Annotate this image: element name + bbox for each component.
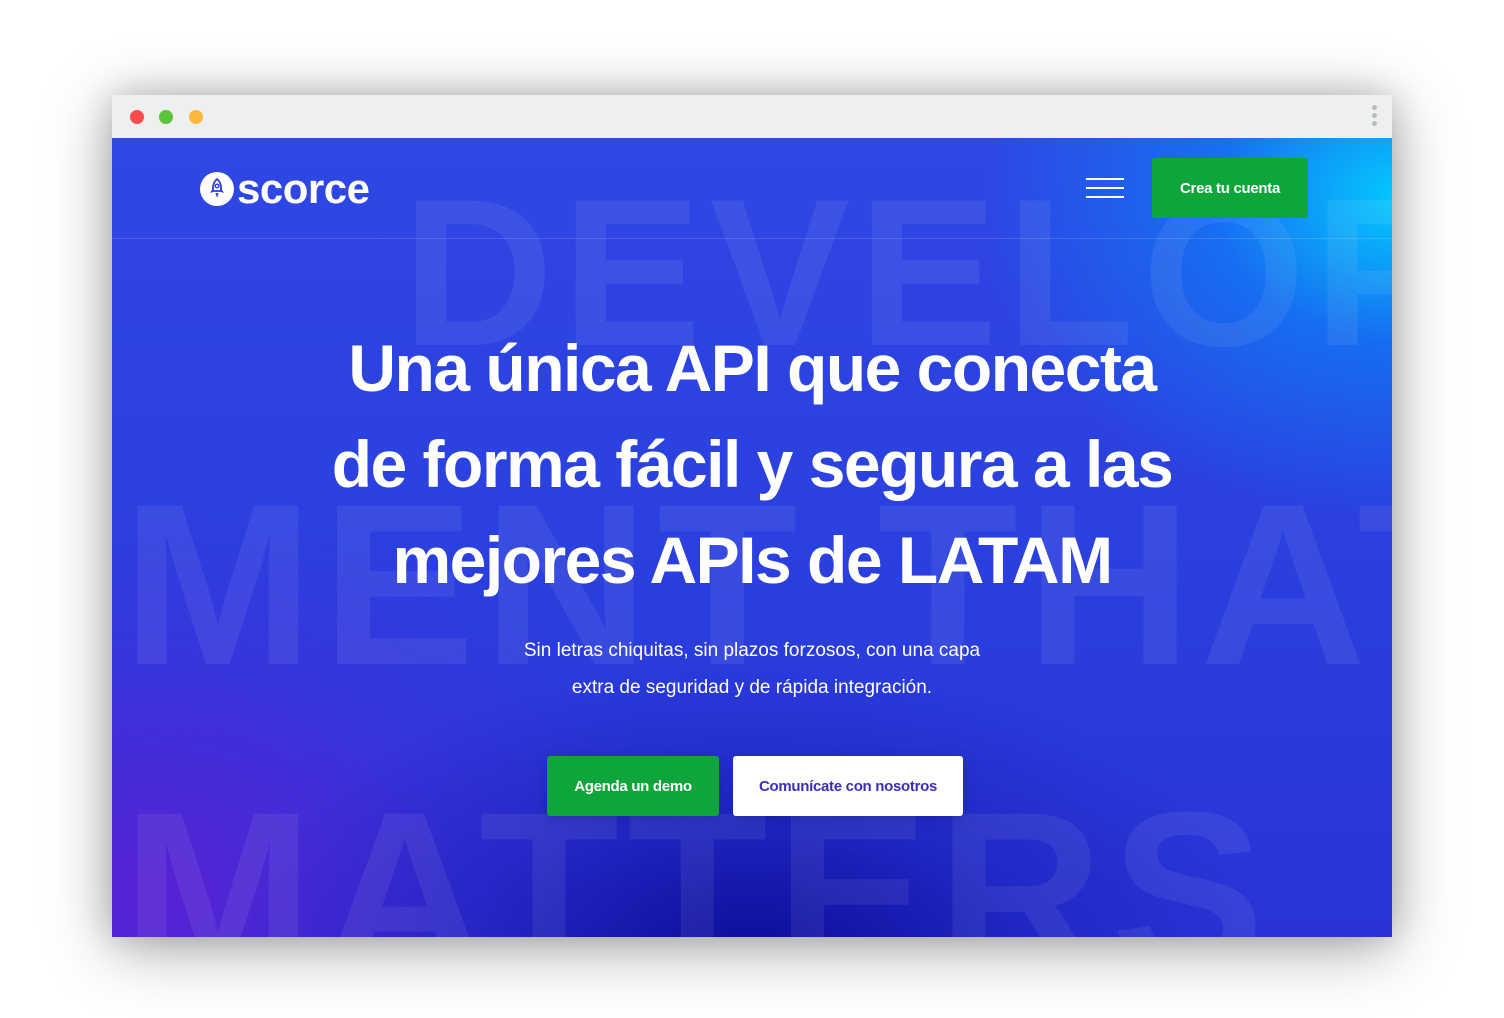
kebab-menu-icon[interactable] (1370, 105, 1378, 129)
subtitle-line: extra de seguridad y de rápida integraci… (571, 677, 933, 698)
navbar: scorce Crea tu cuenta (112, 138, 1392, 239)
close-window-button[interactable] (130, 110, 144, 124)
hero-headline: Una única API que conecta de forma fácil… (252, 320, 1252, 608)
subtitle-line: Sin letras chiquitas, sin plazos forzoso… (523, 640, 981, 661)
hero-section: DEVELOP MENT THAT MATTERS scorce Crea tu… (112, 138, 1392, 937)
headline-line: Una única API que conecta (348, 331, 1157, 405)
create-account-button[interactable]: Crea tu cuenta (1152, 158, 1308, 218)
schedule-demo-button[interactable]: Agenda un demo (547, 756, 719, 816)
headline-line: de forma fácil y segura a las (331, 427, 1174, 501)
minimize-window-button[interactable] (159, 110, 173, 124)
logo-text: scorce (237, 165, 370, 212)
logo[interactable]: scorce (200, 165, 370, 212)
browser-window: DEVELOP MENT THAT MATTERS scorce Crea tu… (112, 95, 1392, 937)
contact-us-button[interactable]: Comunícate con nosotros (733, 756, 963, 816)
headline-line: mejores APIs de LATAM (392, 523, 1113, 597)
browser-titlebar (112, 95, 1392, 138)
maximize-window-button[interactable] (189, 110, 203, 124)
hamburger-menu-icon[interactable] (1086, 178, 1124, 200)
rocket-icon (200, 172, 234, 206)
hero-subtitle: Sin letras chiquitas, sin plazos forzoso… (502, 632, 1002, 706)
